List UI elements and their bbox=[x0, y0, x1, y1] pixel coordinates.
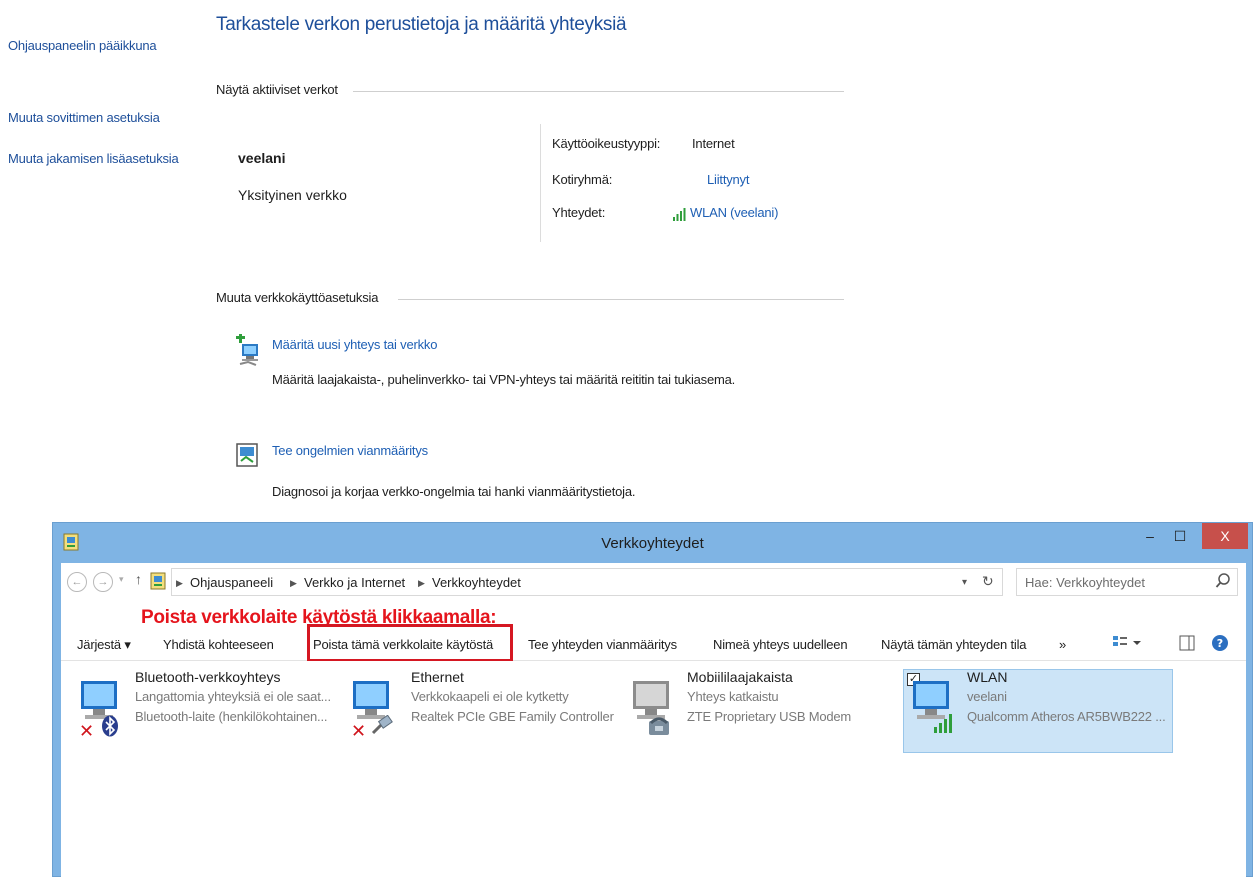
adapter-mobile-broadband[interactable]: Mobiililaajakaista Yhteys katkaistu ZTE … bbox=[631, 669, 871, 759]
disconnected-x-icon: ✕ bbox=[351, 721, 367, 741]
active-networks-heading: Näytä aktiiviset verkot bbox=[216, 82, 338, 97]
adapter-status: Yhteys katkaistu bbox=[687, 689, 779, 704]
bluetooth-icon bbox=[102, 715, 118, 737]
modem-phone-icon bbox=[649, 717, 669, 735]
adapter-device: Realtek PCIe GBE Family Controller bbox=[411, 709, 614, 724]
page-title: Tarkastele verkon perustietoja ja määrit… bbox=[216, 14, 627, 35]
sidebar-item-control-panel-home[interactable]: Ohjauspaneelin pääikkuna bbox=[8, 38, 157, 53]
troubleshoot-icon bbox=[236, 443, 258, 472]
sidebar-item-change-adapter-settings[interactable]: Muuta sovittimen asetuksia bbox=[8, 110, 160, 125]
adapter-device: Qualcomm Atheros AR5BWB222 ... bbox=[967, 709, 1166, 724]
vertical-divider bbox=[540, 124, 541, 242]
new-connection-link[interactable]: Määritä uusi yhteys tai verkko bbox=[272, 337, 437, 352]
adapter-wlan[interactable]: ✓ WLAN veelani Qualcomm Atheros AR5BWB22… bbox=[907, 669, 1169, 759]
adapter-list: ✕ Bluetooth-verkkoyhteys Langattomia yht… bbox=[61, 661, 1246, 877]
connections-label: Yhteydet: bbox=[552, 205, 606, 220]
sidebar-item-change-sharing-settings[interactable]: Muuta jakamisen lisäasetuksia bbox=[8, 151, 179, 166]
adapter-status: veelani bbox=[967, 689, 1007, 704]
wifi-signal-icon bbox=[672, 207, 688, 226]
network-type: Yksityinen verkko bbox=[238, 187, 347, 203]
adapter-ethernet[interactable]: ✕ Ethernet Verkkokaapeli ei ole kytketty… bbox=[351, 669, 614, 759]
wifi-signal-icon bbox=[934, 714, 952, 733]
network-connections-window: Verkkoyhteydet – ☐ X ← → ▾ ↑ ▶ Ohjauspan… bbox=[52, 522, 1253, 877]
wlan-connection-link[interactable]: WLAN (veelani) bbox=[690, 205, 778, 220]
adapter-name: WLAN bbox=[967, 669, 1008, 685]
homegroup-link[interactable]: Liittynyt bbox=[707, 172, 749, 187]
section-divider bbox=[398, 299, 844, 300]
new-connection-icon bbox=[236, 334, 262, 373]
adapter-device: ZTE Proprietary USB Modem bbox=[687, 709, 852, 724]
section-divider bbox=[353, 91, 844, 92]
access-type-label: Käyttöoikeustyyppi: bbox=[552, 136, 661, 151]
change-settings-heading: Muuta verkkokäyttöasetuksia bbox=[216, 290, 379, 305]
adapter-device: Bluetooth-laite (henkilökohtainen... bbox=[135, 709, 328, 724]
ethernet-cable-icon bbox=[371, 715, 393, 735]
troubleshoot-link[interactable]: Tee ongelmien vianmääritys bbox=[272, 443, 428, 458]
troubleshoot-desc: Diagnosoi ja korjaa verkko-ongelmia tai … bbox=[272, 484, 636, 499]
adapter-name: Ethernet bbox=[411, 669, 464, 685]
adapter-status: Langattomia yhteyksiä ei ole saat... bbox=[135, 689, 331, 704]
homegroup-label: Kotiryhmä: bbox=[552, 172, 613, 187]
adapter-status: Verkkokaapeli ei ole kytketty bbox=[411, 689, 569, 704]
adapter-bluetooth[interactable]: ✕ Bluetooth-verkkoyhteys Langattomia yht… bbox=[79, 669, 331, 759]
disconnected-x-icon: ✕ bbox=[79, 721, 95, 741]
adapter-name: Bluetooth-verkkoyhteys bbox=[135, 669, 281, 685]
new-connection-desc: Määritä laajakaista-, puhelinverkko- tai… bbox=[272, 372, 736, 387]
access-type-value: Internet bbox=[692, 136, 735, 151]
adapter-name: Mobiililaajakaista bbox=[687, 669, 793, 685]
network-name: veelani bbox=[238, 150, 286, 166]
